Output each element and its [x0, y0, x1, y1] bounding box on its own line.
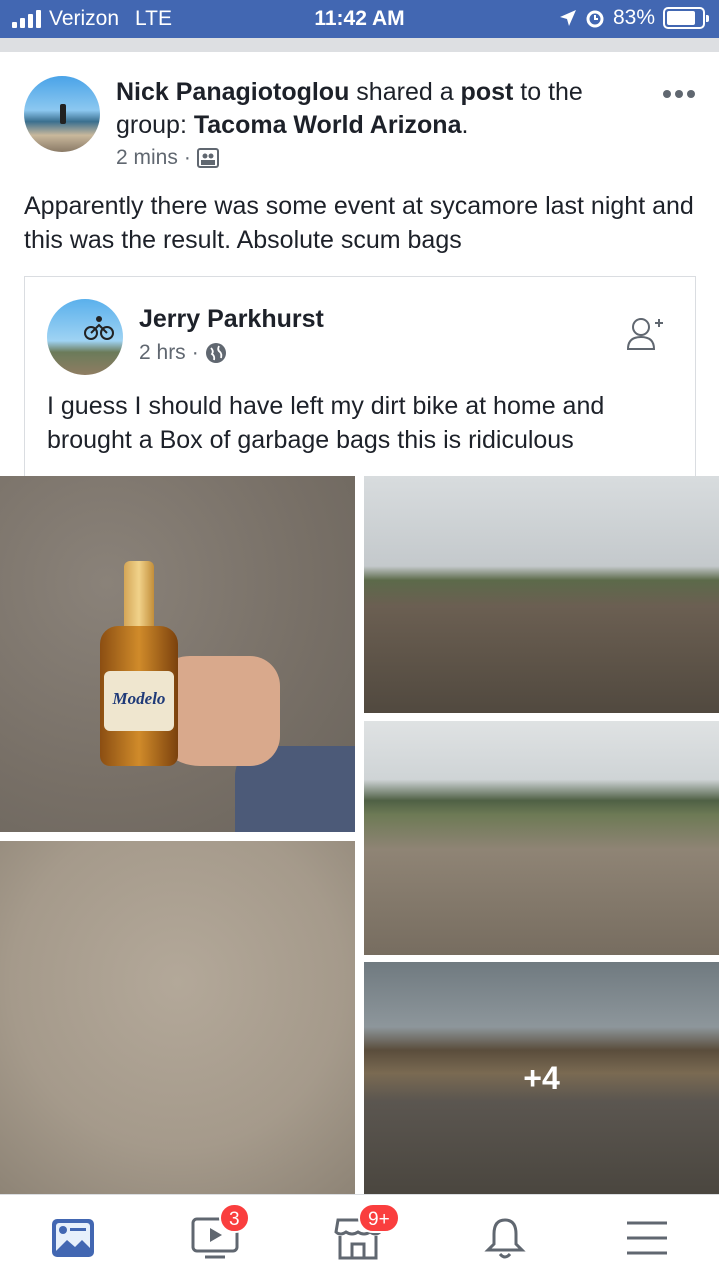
meta-separator: · — [191, 341, 199, 364]
alarm-icon — [586, 10, 604, 28]
feed-divider — [0, 38, 719, 52]
marketplace-badge: 9+ — [358, 1203, 400, 1233]
watch-badge: 3 — [219, 1203, 250, 1233]
group-icon — [196, 148, 219, 168]
bell-icon — [484, 1218, 526, 1259]
post-timestamp[interactable]: 2 mins — [116, 146, 178, 170]
tab-marketplace[interactable]: 9+ — [328, 1203, 400, 1263]
more-options-icon[interactable] — [663, 90, 695, 98]
post-body: Apparently there was some event at sycam… — [24, 192, 694, 254]
tab-watch[interactable]: 3 — [185, 1203, 250, 1263]
shared-post-card[interactable]: Jerry Parkhurst 2 hrs · I guess I should… — [24, 276, 696, 476]
header-trail: . — [461, 111, 469, 139]
battery-icon — [663, 7, 709, 29]
menu-icon — [627, 1221, 667, 1255]
shared-post-timestamp[interactable]: 2 hrs — [139, 341, 186, 365]
beer-bottle-image: Modelo — [100, 561, 178, 766]
photo-bottles-ground[interactable] — [0, 841, 355, 1194]
shared-post-meta: 2 hrs · — [139, 341, 227, 365]
share-action-text: shared a — [349, 78, 461, 106]
more-photos-count: +4 — [523, 1059, 560, 1096]
shared-post-link[interactable]: post — [461, 78, 514, 106]
location-icon — [559, 10, 576, 26]
bottle-label: Modelo — [104, 671, 174, 731]
author-name-link[interactable]: Nick Panagiotoglou — [116, 78, 349, 106]
meta-separator: · — [183, 146, 191, 169]
tab-menu[interactable] — [617, 1213, 677, 1263]
battery-label: 83% — [612, 6, 655, 29]
status-right: 83% — [559, 6, 709, 30]
bottom-tab-bar: 3 9+ — [0, 1194, 719, 1279]
add-friend-icon[interactable] — [625, 315, 665, 360]
shared-post-body: I guess I should have left my dirt bike … — [47, 392, 605, 454]
post-meta: 2 mins · — [116, 146, 219, 170]
tab-news-feed[interactable] — [43, 1213, 103, 1263]
tab-notifications[interactable] — [475, 1213, 535, 1263]
photo-hills-trash[interactable] — [364, 721, 719, 955]
photo-beer-bottle[interactable]: Modelo — [0, 476, 355, 832]
shared-author-name[interactable]: Jerry Parkhurst — [139, 305, 324, 334]
news-feed-icon — [52, 1219, 94, 1257]
globe-icon — [205, 343, 226, 363]
photo-littered-field[interactable] — [364, 476, 719, 713]
shared-author-avatar[interactable] — [47, 299, 123, 375]
status-bar: Verizon LTE 11:42 AM 83% — [0, 0, 719, 38]
author-avatar[interactable] — [24, 76, 100, 152]
group-name-link[interactable]: Tacoma World Arizona — [194, 111, 462, 139]
post-header: Nick Panagiotoglou shared a post to the … — [116, 76, 646, 142]
photo-more[interactable]: +4 — [364, 962, 719, 1194]
photo-grid: Modelo +4 — [0, 476, 719, 1194]
